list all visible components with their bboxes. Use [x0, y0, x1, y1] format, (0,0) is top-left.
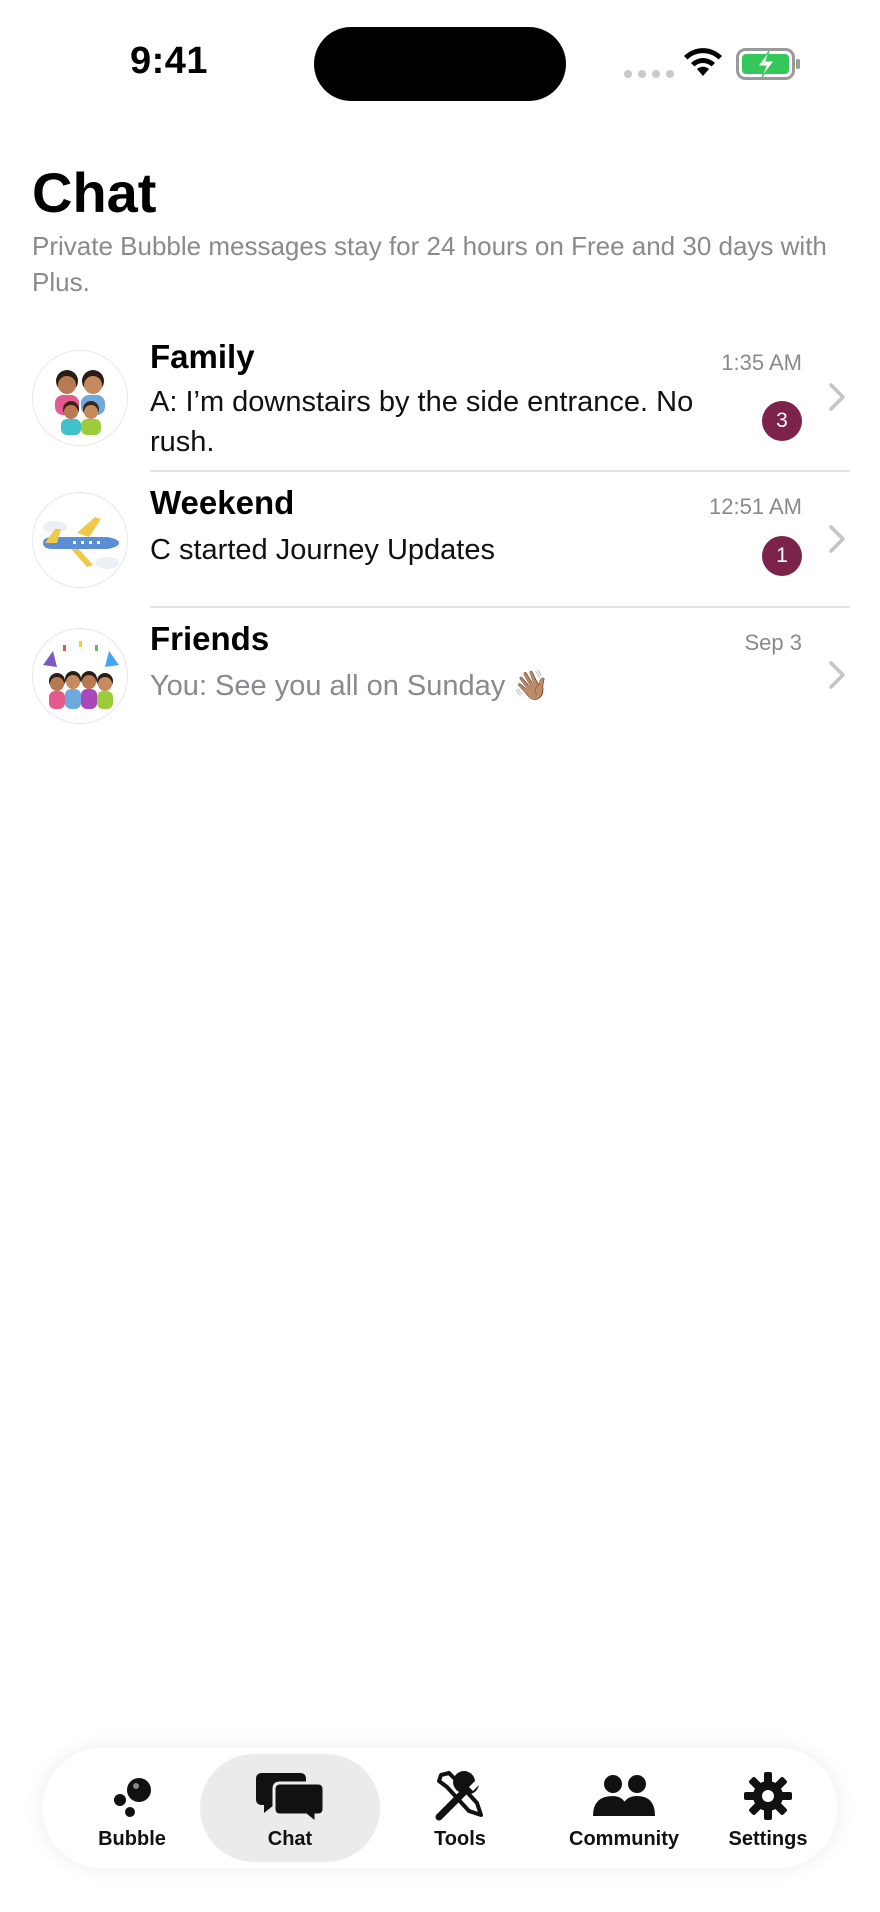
- people-icon: [591, 1770, 657, 1822]
- chevron-right-icon: [829, 525, 845, 553]
- tab-label: Community: [569, 1828, 679, 1850]
- chat-row-family[interactable]: Family A: I’m downstairs by the side ent…: [0, 330, 880, 472]
- tab-label: Settings: [728, 1828, 808, 1850]
- tab-label: Chat: [267, 1828, 313, 1850]
- chat-name: Friends: [150, 620, 270, 657]
- chat-timestamp: Sep 3: [744, 630, 803, 655]
- chevron-right-icon: [829, 661, 845, 689]
- family-avatar: [32, 350, 128, 446]
- chat-row-friends[interactable]: Friends You: See you all on Sunday 👋🏽 Se…: [0, 608, 880, 744]
- tab-tools[interactable]: Tools: [390, 1748, 530, 1868]
- chat-name: Family: [150, 338, 255, 375]
- tab-community[interactable]: Community: [534, 1748, 714, 1868]
- status-bar: 9:41: [0, 0, 880, 120]
- tab-chat[interactable]: Chat: [200, 1748, 380, 1868]
- chat-last-message: A: I’m downstairs by the side entrance. …: [150, 386, 694, 458]
- dynamic-island: [314, 27, 566, 101]
- cellular-signal-icon: [624, 70, 674, 78]
- status-time: 9:41: [130, 40, 209, 82]
- tab-bubble[interactable]: Bubble: [42, 1748, 222, 1868]
- wifi-icon: [684, 48, 722, 76]
- chat-timestamp: 1:35 AM: [721, 350, 802, 375]
- chat-list: Family A: I’m downstairs by the side ent…: [0, 330, 880, 744]
- chat-last-message: C started Journey Updates: [150, 534, 495, 566]
- chat-bubbles-icon: [256, 1770, 324, 1823]
- unread-badge: 1: [762, 536, 802, 576]
- gear-icon: [743, 1770, 793, 1822]
- page-title: Chat: [32, 161, 157, 224]
- tools-icon: [433, 1770, 487, 1822]
- tab-settings[interactable]: Settings: [698, 1748, 838, 1868]
- unread-badge: 3: [762, 401, 802, 441]
- chat-row-weekend[interactable]: Weekend C started Journey Updates 12:51 …: [0, 472, 880, 608]
- chevron-right-icon: [829, 383, 845, 411]
- chat-timestamp: 12:51 AM: [709, 494, 802, 519]
- battery-charging-icon: [736, 48, 800, 80]
- tab-label: Tools: [434, 1828, 486, 1850]
- chat-name: Weekend: [150, 484, 295, 521]
- bubbles-icon: [42, 1770, 222, 1822]
- airplane-avatar: [32, 492, 128, 588]
- tab-bar: Bubble Chat Tools Community Settings: [42, 1748, 838, 1868]
- tab-label: Bubble: [98, 1828, 166, 1850]
- chat-last-message: You: See you all on Sunday 👋🏽: [150, 670, 550, 702]
- friends-party-avatar: [32, 628, 128, 724]
- retention-notice: Private Bubble messages stay for 24 hour…: [32, 231, 827, 297]
